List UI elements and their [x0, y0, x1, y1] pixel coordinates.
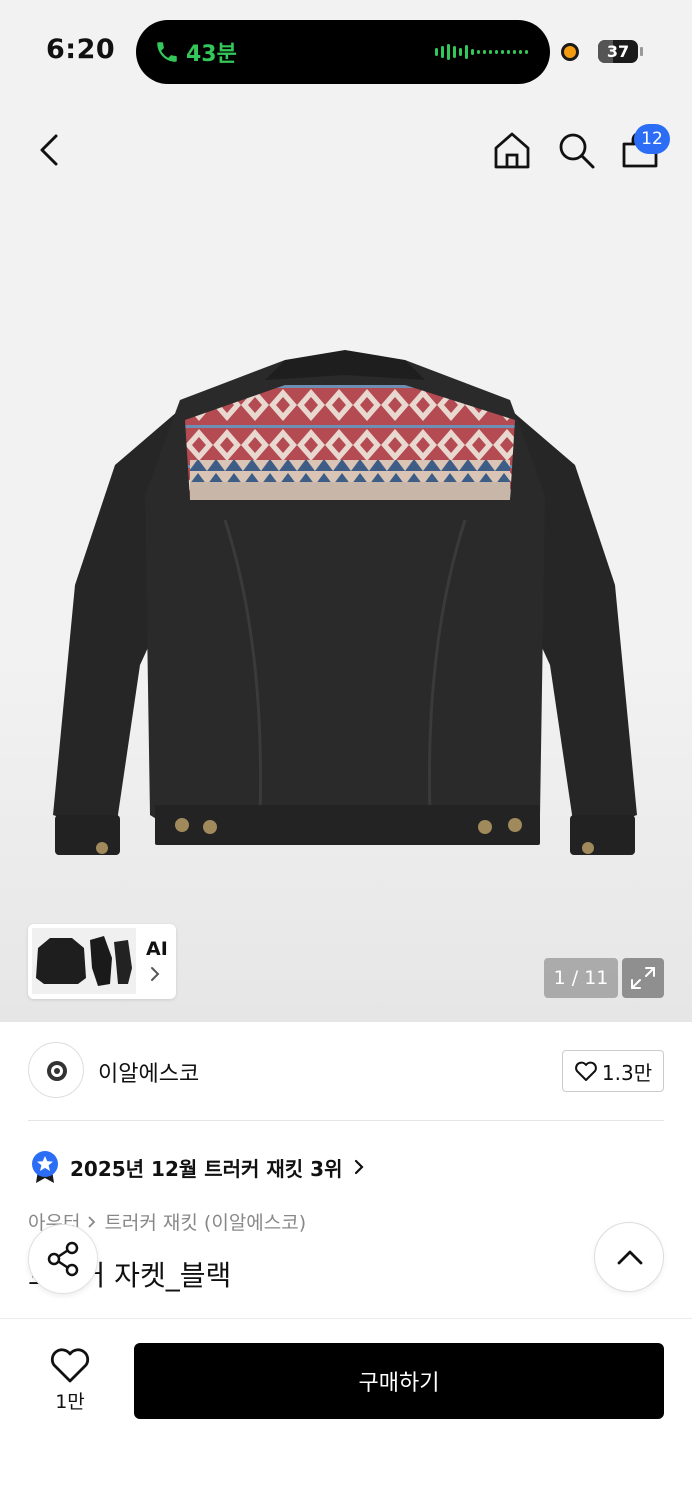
bottom-action-bar: 1만 구매하기 — [0, 1318, 692, 1500]
chevron-right-icon — [151, 967, 160, 981]
breadcrumb-subcategory[interactable]: 트러커 재킷 (이알에스코) — [104, 1208, 306, 1235]
divider — [28, 1120, 664, 1121]
cart-count-badge: 12 — [634, 124, 670, 154]
expand-icon[interactable] — [622, 958, 664, 998]
ai-label: AI — [146, 938, 168, 960]
call-indicator: 43분 — [154, 36, 237, 68]
wish-count: 1만 — [55, 1391, 85, 1413]
brand-name[interactable]: 이알에스코 — [98, 1056, 199, 1088]
share-icon — [47, 1241, 79, 1277]
battery-level: 37 — [606, 42, 630, 61]
image-page-counter: 1 / 11 — [544, 958, 618, 998]
battery-tip — [640, 47, 643, 56]
scroll-top-button[interactable] — [594, 1222, 664, 1292]
ranking-text: 2025년 12월 트러커 재킷 3위 — [70, 1156, 343, 1181]
ranking-badge-icon — [32, 1151, 58, 1183]
status-bar: 6:20 43분 37 — [0, 0, 692, 100]
brand-logo[interactable] — [28, 1042, 84, 1098]
audio-waveform-icon — [435, 44, 528, 60]
heart-icon — [575, 1061, 597, 1081]
brand-like-button[interactable]: 1.3만 — [562, 1050, 664, 1092]
ai-similar-thumbnail[interactable]: AI — [28, 924, 176, 999]
thumbnail-image — [32, 928, 136, 994]
phone-icon — [157, 42, 177, 62]
privacy-indicator-icon — [561, 43, 579, 61]
brand-row[interactable]: 이알에스코 1.3만 — [0, 1022, 692, 1120]
call-duration: 43분 — [186, 42, 237, 67]
clock: 6:20 — [46, 34, 116, 65]
ranking-link[interactable]: 2025년 12월 트러커 재킷 3위 — [30, 1150, 366, 1184]
search-icon[interactable] — [554, 128, 598, 172]
share-button[interactable] — [28, 1224, 98, 1294]
chevron-right-icon — [355, 1159, 365, 1175]
brand-logo-icon — [47, 1061, 67, 1081]
dynamic-island[interactable]: 43분 — [136, 20, 550, 84]
product-image — [53, 350, 637, 855]
product-image-gallery[interactable]: 12 AI 1 / 11 — [0, 100, 692, 1022]
back-icon[interactable] — [30, 128, 74, 172]
buy-button[interactable]: 구매하기 — [134, 1343, 664, 1419]
battery-icon: 37 — [598, 40, 638, 63]
home-icon[interactable] — [490, 128, 534, 172]
chevron-up-icon — [617, 1250, 643, 1265]
heart-icon[interactable] — [48, 1345, 92, 1385]
brand-like-count: 1.3만 — [601, 1060, 653, 1085]
